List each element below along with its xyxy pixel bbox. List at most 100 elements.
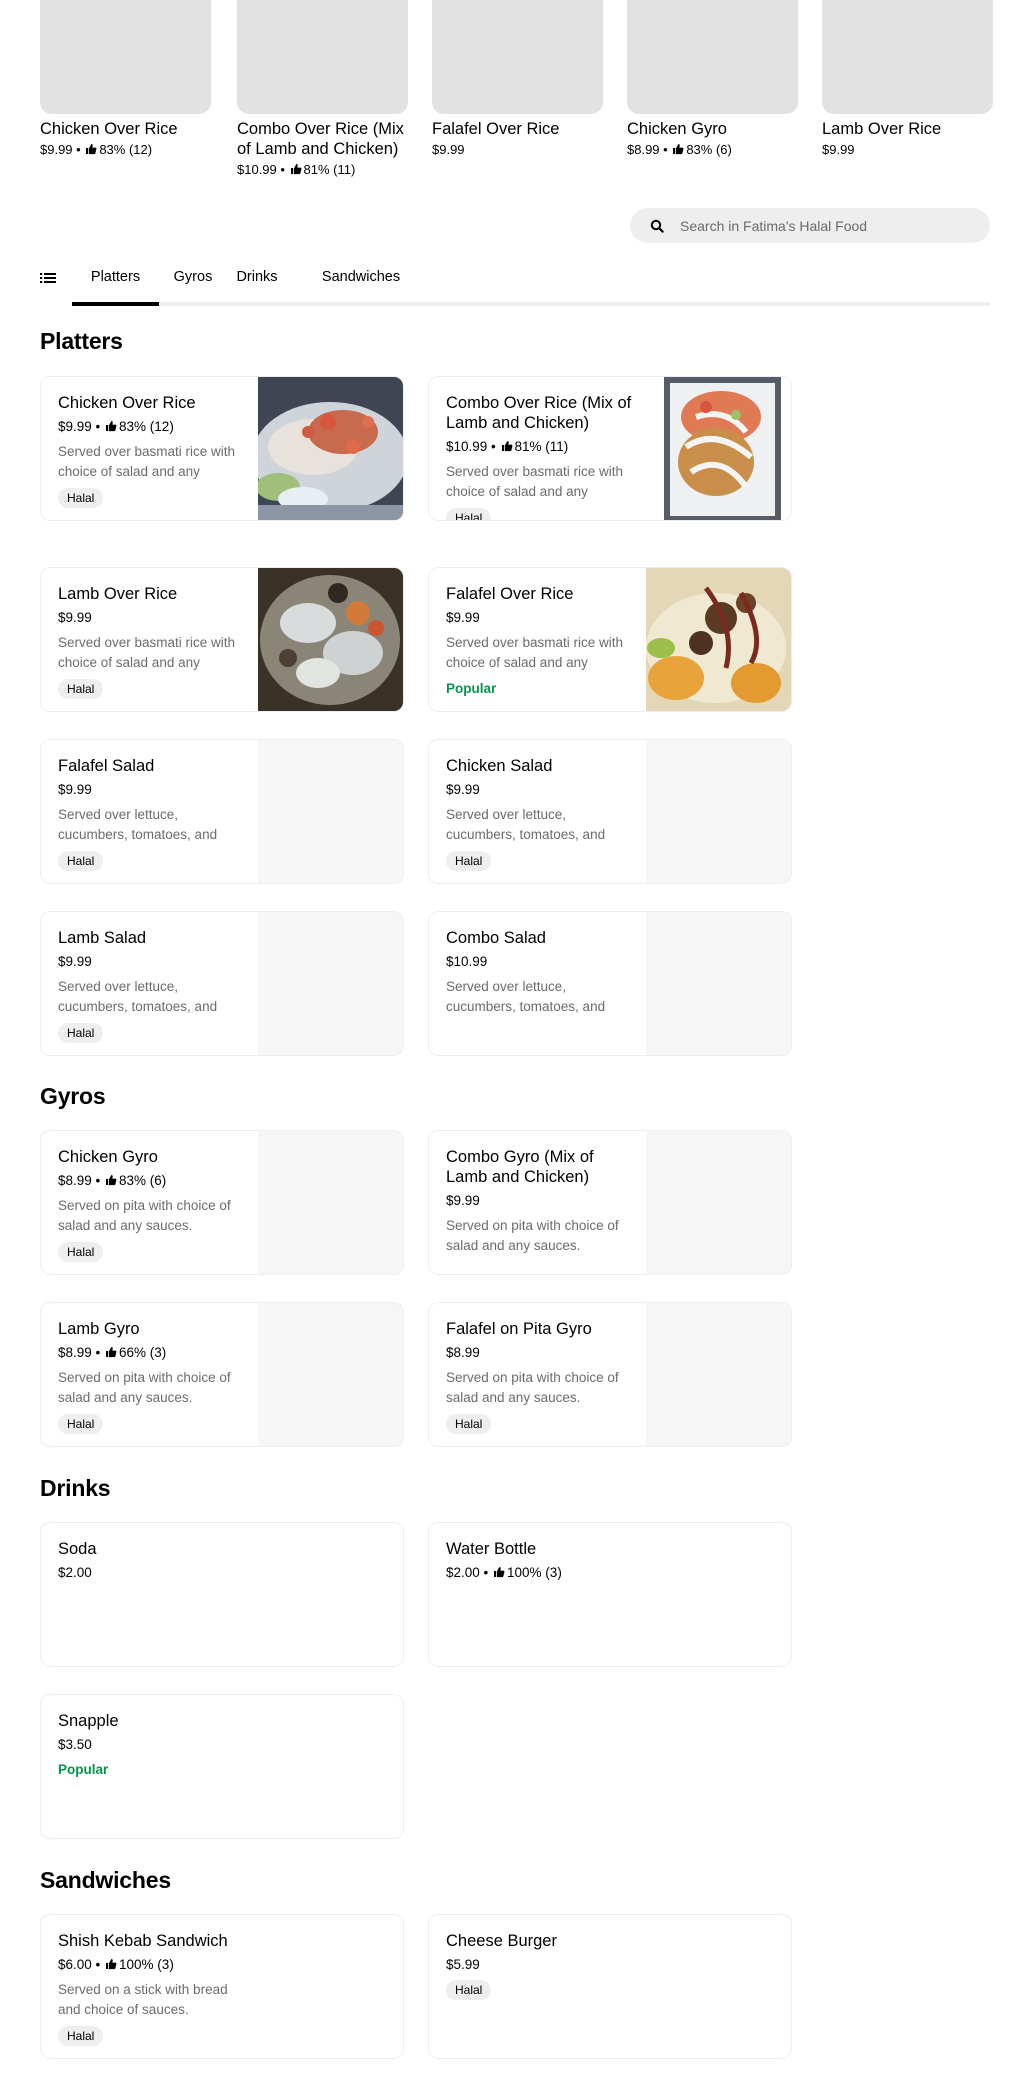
menu-item-image-placeholder[interactable]	[646, 912, 791, 1055]
menu-item-card[interactable]: Chicken Gyro $8.99 • 83% (6) Served on p…	[40, 1130, 404, 1275]
menu-item-image-placeholder[interactable]	[258, 1303, 403, 1446]
menu-item-meta: $9.99	[58, 609, 248, 627]
menu-item-rating: 83% (6)	[119, 1173, 167, 1188]
category-tabs: Platters Gyros Drinks Sandwiches	[40, 258, 990, 306]
menu-item-card[interactable]: Falafel Salad $9.99 Served over lettuce,…	[40, 739, 404, 884]
menu-item-price: $9.99	[58, 610, 92, 625]
menu-item-meta: $8.99	[446, 1344, 636, 1362]
tab-gyros[interactable]: Gyros	[163, 258, 223, 306]
menu-item-title: Chicken Gyro	[58, 1148, 158, 1166]
menu-item-price: $10.99	[446, 439, 488, 454]
chicken-over-rice-photo[interactable]	[258, 377, 403, 520]
menu-item-card[interactable]: Soda $2.00	[40, 1522, 404, 1667]
menu-item-image-placeholder[interactable]	[646, 1131, 791, 1274]
menu-item-card[interactable]: Cheese Burger $5.99 Halal	[428, 1914, 792, 2059]
menu-item-card[interactable]: Chicken Over Rice $9.99 • 83% (12) Serve…	[40, 376, 404, 521]
section-title-sandwiches: Sandwiches	[40, 1867, 171, 1893]
combo-over-rice-photo[interactable]	[646, 377, 791, 520]
menu-search-bar[interactable]	[630, 208, 990, 243]
menu-item-image-placeholder[interactable]	[258, 912, 403, 1055]
menu-item-image-placeholder[interactable]	[258, 1131, 403, 1274]
menu-item-title: Lamb Salad	[58, 929, 147, 947]
menu-item-title: Soda	[58, 1540, 97, 1558]
halal-badge: Halal	[446, 851, 492, 871]
menu-item-title: Lamb Gyro	[58, 1320, 140, 1338]
thumbs-up-icon	[105, 1174, 117, 1186]
menu-item-description: Served over lettuce, cucumbers, tomatoes…	[58, 979, 218, 1014]
menu-item-card[interactable]: Shish Kebab Sandwich $6.00 • 100% (3) Se…	[40, 1914, 404, 2059]
menu-item-rating: 81% (11)	[514, 439, 569, 454]
halal-badge: Halal	[446, 1414, 492, 1434]
menu-item-meta: $9.99 • 83% (12)	[58, 419, 174, 434]
menu-list-icon[interactable]	[40, 270, 56, 286]
featured-item-meta: $9.99	[822, 141, 993, 158]
menu-item-card[interactable]: Falafel Over Rice $9.99 Served over basm…	[428, 567, 792, 712]
featured-item-image[interactable]	[432, 0, 603, 114]
menu-item-description: Served over basmati rice with choice of …	[446, 464, 624, 499]
featured-item-meta: $10.99 • 81% (11)	[237, 162, 356, 177]
menu-item-meta: $2.00	[58, 1564, 248, 1582]
menu-item-meta: $10.99 • 81% (11)	[446, 439, 569, 454]
section-title-drinks: Drinks	[40, 1475, 111, 1501]
halal-badge: Halal	[58, 2026, 104, 2046]
menu-item-price: $8.99	[58, 1173, 92, 1188]
menu-item-card[interactable]: Lamb Over Rice $9.99 Served over basmati…	[40, 567, 404, 712]
menu-item-description: Served over basmati rice with choice of …	[58, 444, 236, 479]
falafel-over-rice-photo[interactable]	[646, 568, 791, 711]
thumbs-up-icon	[493, 1566, 505, 1578]
menu-item-card[interactable]: Falafel on Pita Gyro $8.99 Served on pit…	[428, 1302, 792, 1447]
popular-label: Popular	[446, 681, 497, 696]
menu-item-description: Served on pita with choice of salad and …	[446, 1218, 619, 1253]
menu-item-title: Combo Gyro (Mix of Lamb and Chicken)	[446, 1148, 594, 1186]
featured-item[interactable]: Falafel Over Rice $9.99	[432, 0, 603, 158]
menu-item-description: Served over lettuce, cucumbers, tomatoes…	[446, 979, 606, 1014]
menu-item-description: Served on a stick with bread and choice …	[58, 1982, 228, 2017]
menu-item-price: $2.00	[446, 1565, 480, 1580]
featured-item-rating: 81% (11)	[303, 162, 356, 177]
search-input[interactable]	[678, 216, 990, 235]
menu-item-image-placeholder[interactable]	[258, 740, 403, 883]
halal-badge: Halal	[58, 851, 104, 871]
featured-item[interactable]: Combo Over Rice (Mix of Lamb and Chicken…	[237, 0, 408, 178]
lamb-over-rice-photo[interactable]	[258, 568, 403, 711]
thumbs-up-icon	[501, 440, 513, 452]
menu-item-title: Cheese Burger	[446, 1932, 557, 1950]
featured-item[interactable]: Lamb Over Rice $9.99	[822, 0, 993, 158]
featured-item-image[interactable]	[627, 0, 798, 114]
halal-badge: Halal	[58, 1023, 104, 1043]
featured-item-meta: $9.99 • 83% (12)	[40, 142, 153, 157]
halal-badge: Halal	[58, 1242, 104, 1262]
menu-item-meta: $9.99	[58, 781, 248, 799]
menu-item-meta: $6.00 • 100% (3)	[58, 1957, 174, 1972]
menu-item-card[interactable]: Chicken Salad $9.99 Served over lettuce,…	[428, 739, 792, 884]
thumbs-up-icon	[105, 1346, 117, 1358]
menu-item-card[interactable]: Combo Gyro (Mix of Lamb and Chicken) $9.…	[428, 1130, 792, 1275]
tab-drinks[interactable]: Drinks	[227, 258, 287, 306]
menu-item-title: Chicken Salad	[446, 757, 553, 775]
menu-item-price: $6.00	[58, 1957, 92, 1972]
featured-carousel: Chicken Over Rice $9.99 • 83% (12) Combo…	[40, 0, 993, 182]
menu-item-card[interactable]: Combo Over Rice (Mix of Lamb and Chicken…	[428, 376, 792, 521]
thumbs-up-icon	[85, 143, 97, 155]
menu-item-card[interactable]: Water Bottle $2.00 • 100% (3)	[428, 1522, 792, 1667]
menu-item-title: Lamb Over Rice	[58, 585, 178, 603]
tab-sandwiches[interactable]: Sandwiches	[306, 258, 416, 306]
menu-item-price: $5.99	[446, 1957, 480, 1972]
menu-item-card[interactable]: Combo Salad $10.99 Served over lettuce, …	[428, 911, 792, 1056]
featured-item-price: $10.99	[237, 162, 277, 177]
menu-item-card[interactable]: Snapple $3.50 Popular	[40, 1694, 404, 1839]
featured-item-image[interactable]	[40, 0, 211, 114]
featured-item[interactable]: Chicken Gyro $8.99 • 83% (6)	[627, 0, 798, 158]
menu-item-price: $9.99	[446, 782, 480, 797]
menu-item-description: Served on pita with choice of salad and …	[446, 1370, 619, 1405]
menu-item-image-placeholder[interactable]	[646, 740, 791, 883]
menu-item-title: Combo Salad	[446, 929, 546, 947]
menu-item-card[interactable]: Lamb Gyro $8.99 • 66% (3) Served on pita…	[40, 1302, 404, 1447]
featured-item-image[interactable]	[822, 0, 993, 114]
featured-item[interactable]: Chicken Over Rice $9.99 • 83% (12)	[40, 0, 211, 158]
menu-item-card[interactable]: Lamb Salad $9.99 Served over lettuce, cu…	[40, 911, 404, 1056]
featured-item-rating: 83% (6)	[686, 142, 732, 157]
menu-item-image-placeholder[interactable]	[646, 1303, 791, 1446]
tab-platters[interactable]: Platters	[72, 258, 159, 306]
featured-item-image[interactable]	[237, 0, 408, 114]
